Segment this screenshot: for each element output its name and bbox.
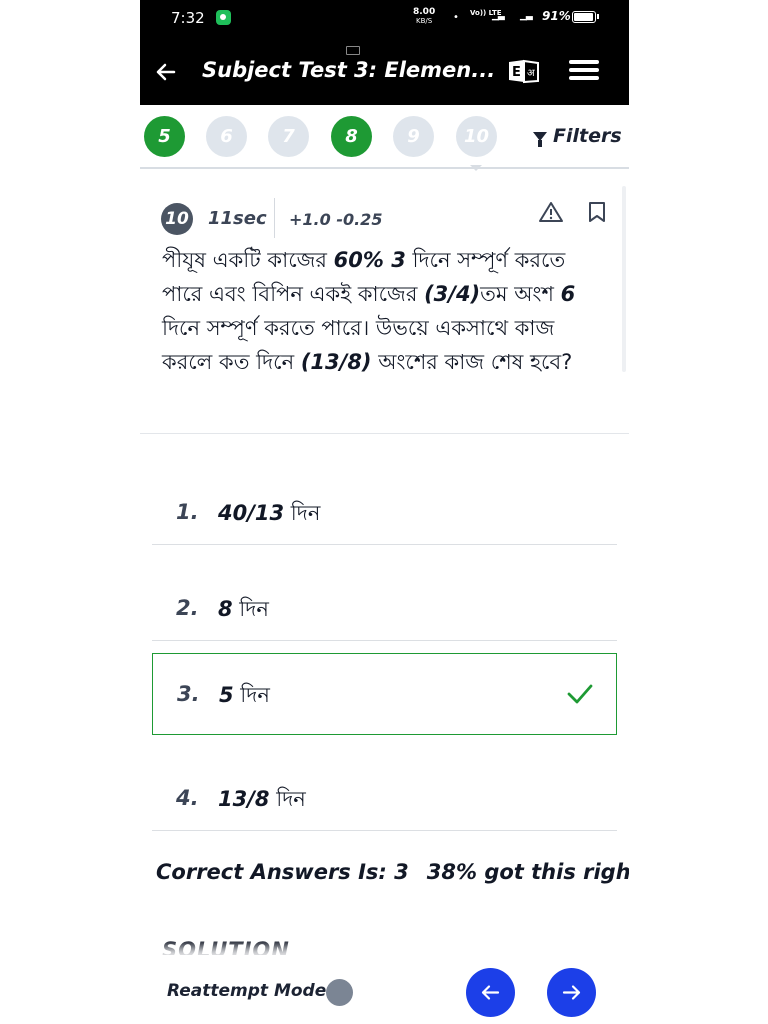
- option-value: 40/13: [218, 501, 285, 525]
- percent-correct-text: 38% got this right: [426, 860, 629, 884]
- option-number: 1.: [176, 500, 199, 524]
- question-number-badge: 10: [161, 203, 193, 235]
- arrow-left-icon: [156, 63, 176, 81]
- dot-icon: •: [453, 12, 459, 23]
- palette-question-10[interactable]: 10: [456, 116, 497, 157]
- hamburger-line: [569, 68, 599, 72]
- battery-icon: [572, 11, 599, 23]
- question-text-emphasis: 60% 3: [333, 248, 406, 272]
- menu-button[interactable]: [569, 60, 599, 84]
- language-icon: E अ: [509, 59, 539, 84]
- filter-icon: [533, 131, 547, 147]
- option-number: 4.: [176, 786, 199, 810]
- next-question-button[interactable]: [547, 968, 596, 1017]
- divider: [140, 433, 629, 434]
- answer-summary: Correct Answers Is: 3 38% got this right: [156, 860, 629, 884]
- option-number: 2.: [176, 596, 199, 620]
- option-unit: দিন: [233, 683, 270, 707]
- positive-marks: +1.0: [289, 210, 331, 229]
- option-4[interactable]: 4. 13/8 দিন: [152, 750, 617, 831]
- option-value: 5: [219, 683, 234, 707]
- chat-notification-icon: [216, 10, 231, 25]
- option-unit: দিন: [284, 501, 321, 525]
- previous-question-button[interactable]: [466, 968, 515, 1017]
- question-marks: +1.0 -0.25: [289, 210, 382, 229]
- app-screen: 7:32 8.00 KB/S • Vo)) LTE ▁▃ ▁▃ 91% Subj…: [140, 0, 629, 1024]
- option-text: 5 দিন: [219, 679, 270, 714]
- question-text-emphasis: 6: [560, 282, 576, 306]
- option-unit: দিন: [269, 787, 306, 811]
- divider: [274, 198, 275, 238]
- back-button[interactable]: [152, 58, 180, 86]
- battery-percent: 91%: [542, 9, 571, 23]
- bottom-bar: Reattempt Mode: [140, 955, 629, 1024]
- option-text: 8 দিন: [218, 593, 269, 628]
- option-2[interactable]: 2. 8 দিন: [152, 560, 617, 641]
- status-time: 7:32: [171, 9, 205, 27]
- hamburger-line: [569, 76, 599, 80]
- bookmark-icon: [589, 202, 605, 222]
- option-3-correct[interactable]: 3. 5 দিন: [152, 653, 617, 735]
- network-speed-value: 8.00: [413, 7, 436, 17]
- report-button[interactable]: [538, 200, 564, 224]
- current-question-pointer: [470, 165, 482, 171]
- app-header: 7:32 8.00 KB/S • Vo)) LTE ▁▃ ▁▃ 91% Subj…: [140, 0, 629, 105]
- network-speed-unit: KB/S: [416, 17, 433, 25]
- question-text: পীযূষ একটি কাজের 60% 3 দিনে সম্পূর্ণ করত…: [162, 243, 602, 379]
- question-text-part: তম অংশ: [480, 282, 561, 306]
- signal-icon: ▁▃: [492, 11, 505, 21]
- lang-english-glyph: E: [512, 65, 521, 80]
- question-text-part: অংশের কাজ শেষ হবে?: [371, 350, 573, 374]
- arrow-right-icon: [562, 985, 581, 1000]
- hamburger-icon: [569, 60, 599, 64]
- check-icon: [567, 684, 593, 704]
- palette-question-6[interactable]: 6: [206, 116, 247, 157]
- network-speed: 8.00 KB/S: [413, 8, 435, 26]
- question-text-emphasis: (13/8): [300, 350, 372, 374]
- book-icon: [346, 46, 360, 55]
- arrow-left-icon: [481, 985, 500, 1000]
- option-value: 13/8: [218, 787, 270, 811]
- question-text-emphasis: (3/4): [424, 282, 481, 306]
- page-title: Subject Test 3: Elemen...: [202, 58, 496, 82]
- option-value: 8: [218, 597, 233, 621]
- palette-question-8[interactable]: 8: [331, 116, 372, 157]
- option-1[interactable]: 1. 40/13 দিন: [152, 464, 617, 545]
- question-time: 11sec: [208, 208, 267, 229]
- palette-question-7[interactable]: 7: [268, 116, 309, 157]
- option-number: 3.: [177, 682, 200, 706]
- option-text: 40/13 দিন: [218, 497, 320, 532]
- correct-answer-text: Correct Answers Is: 3: [156, 860, 409, 884]
- filters-button[interactable]: Filters: [533, 125, 622, 147]
- language-toggle-button[interactable]: E अ: [507, 58, 540, 84]
- reattempt-label: Reattempt Mode: [167, 981, 327, 1001]
- palette-question-9[interactable]: 9: [393, 116, 434, 157]
- question-text-part: পীযূষ একটি কাজের: [162, 248, 334, 272]
- scrollbar[interactable]: [622, 186, 626, 372]
- reattempt-toggle[interactable]: [326, 979, 353, 1006]
- option-unit: দিন: [232, 597, 269, 621]
- negative-marks: -0.25: [336, 210, 383, 229]
- question-palette: 5 6 7 8 9 10 Filters: [140, 105, 629, 169]
- filters-label: Filters: [553, 125, 622, 147]
- lang-hindi-glyph: अ: [527, 68, 535, 79]
- bookmark-button[interactable]: [586, 200, 608, 224]
- warning-icon: [539, 202, 563, 222]
- signal-icon-2: ▁▃: [520, 11, 533, 21]
- palette-question-5[interactable]: 5: [144, 116, 185, 157]
- option-text: 13/8 দিন: [218, 783, 306, 818]
